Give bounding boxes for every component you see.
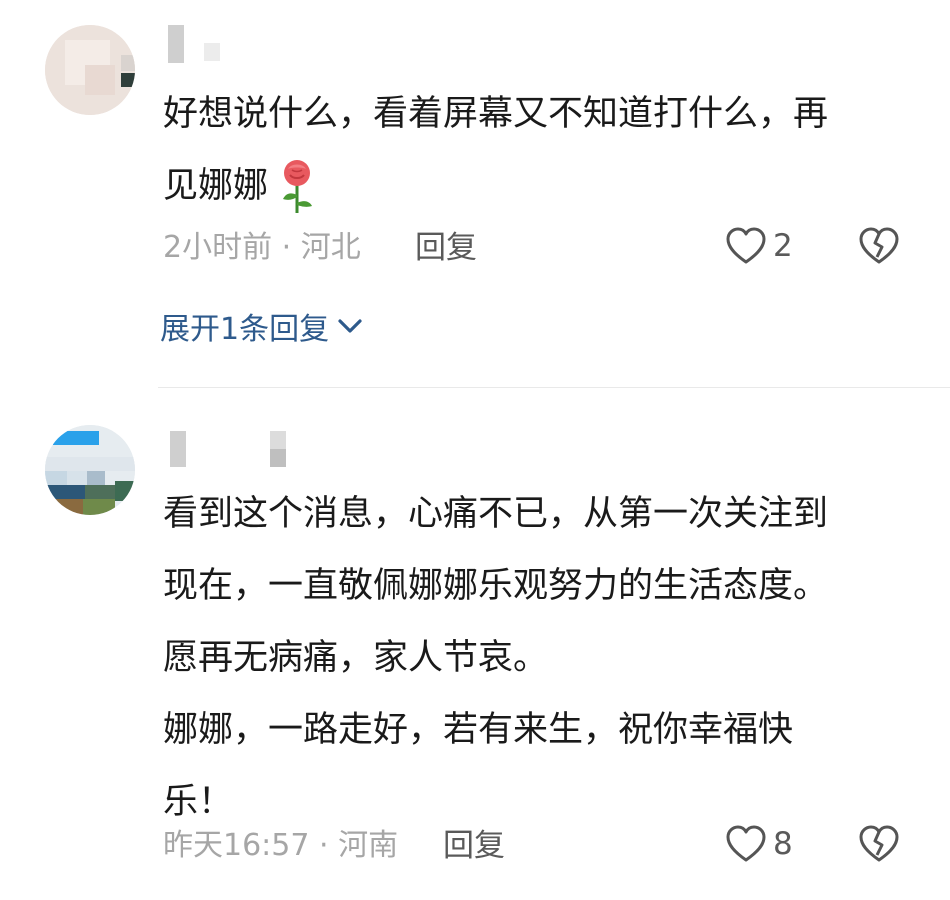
dislike-button[interactable] xyxy=(858,226,900,270)
broken-heart-icon xyxy=(859,825,899,862)
expand-replies-label: 展开1条回复 xyxy=(160,312,330,347)
comment-meta: 2小时前 · 河北 xyxy=(163,230,361,265)
comment-meta: 昨天16:57 · 河南 xyxy=(163,828,399,863)
dislike-button[interactable] xyxy=(858,824,900,868)
comment-text: 看到这个消息，心痛不已，从第一次关注到 现在，一直敬佩娜娜乐观努力的生活态度。 … xyxy=(163,494,829,822)
avatar[interactable] xyxy=(45,25,135,115)
username-blurred[interactable] xyxy=(168,25,258,65)
broken-heart-icon xyxy=(859,227,899,264)
heart-outline-icon xyxy=(726,825,766,862)
reply-button[interactable]: 回复 xyxy=(443,826,505,866)
expand-replies-button[interactable]: 展开1条回复 xyxy=(160,304,365,348)
reply-button[interactable]: 回复 xyxy=(415,228,477,268)
like-count: 8 xyxy=(773,826,793,862)
username-blurred[interactable] xyxy=(170,431,300,471)
like-button[interactable]: 2 xyxy=(725,226,793,266)
comment-text: 好想说什么，看着屏幕又不知道打什么，再 见娜娜 xyxy=(163,78,923,222)
comment-item: 看到这个消息，心痛不已，从第一次关注到 现在，一直敬佩娜娜乐观努力的生活态度。 … xyxy=(0,388,950,900)
rose-emoji-icon xyxy=(283,160,313,213)
comment-item: 好想说什么，看着屏幕又不知道打什么，再 见娜娜 2小时前 · 河北 回复 2 展… xyxy=(0,0,950,385)
heart-outline-icon xyxy=(726,227,766,264)
like-count: 2 xyxy=(773,228,793,264)
like-button[interactable]: 8 xyxy=(725,824,793,864)
chevron-down-icon xyxy=(338,319,362,333)
avatar[interactable] xyxy=(45,425,135,515)
